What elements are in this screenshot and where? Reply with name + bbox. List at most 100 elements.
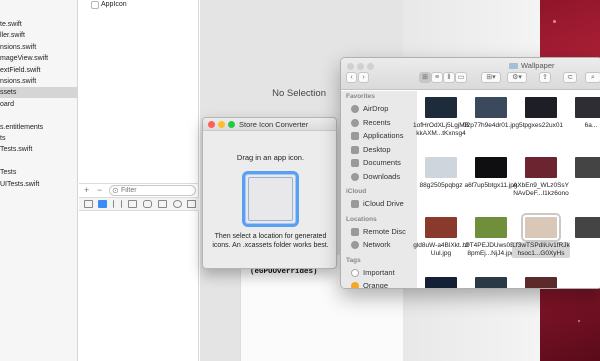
- forward-button[interactable]: ›: [358, 72, 369, 83]
- group-button[interactable]: ⊞▾: [481, 72, 501, 83]
- find-icon[interactable]: [128, 200, 137, 208]
- sidebar-item-documents[interactable]: Documents: [351, 157, 415, 168]
- finder-window: Wallpaper ‹ › ⊞ ≡ ⫴ ▭ ⊞▾ ⚙▾ ⇪ ⊂ ⌕ Favori…: [340, 57, 600, 289]
- location-instruction: Then select a location for generated ico…: [212, 233, 329, 249]
- file-name: AXbEn9_WLz0SsYNAvDeF...I1kz6ono: [512, 182, 569, 197]
- finder-toolbar[interactable]: Wallpaper ‹ › ⊞ ≡ ⫴ ▭ ⊞▾ ⚙▾ ⇪ ⊂ ⌕: [341, 58, 600, 90]
- file-item[interactable]: Lf3wTSPdliUv1fRJkhsoc1...G0XyHs: [512, 211, 570, 271]
- nav-file-item[interactable]: Tests.swift: [0, 144, 77, 155]
- remove-asset-button[interactable]: −: [97, 185, 102, 195]
- sidebar-item-desktop[interactable]: Desktop: [351, 144, 415, 155]
- nav-file-item[interactable]: nsions.swift: [0, 42, 77, 53]
- sidebar-item-label: Network: [363, 240, 391, 249]
- sidebar-item-label: AirDrop: [363, 104, 389, 113]
- nav-file-item[interactable]: mageView.swift: [0, 53, 77, 64]
- file-item[interactable]: 6a...: [566, 91, 600, 151]
- add-asset-button[interactable]: +: [84, 185, 89, 195]
- converter-titlebar[interactable]: Store Icon Converter: [203, 118, 336, 131]
- drag-instruction: Drag in an app icon.: [236, 153, 305, 162]
- close-icon[interactable]: [208, 121, 215, 128]
- sidebar-item-important[interactable]: Important: [351, 267, 415, 278]
- document-icon: [351, 159, 359, 168]
- file-item[interactable]: 5tpgxes22ux01: [516, 91, 566, 151]
- minimize-icon[interactable]: [357, 63, 364, 70]
- hierarchy-icon[interactable]: [113, 200, 122, 208]
- back-button[interactable]: ‹: [346, 72, 357, 83]
- sidebar-item-network[interactable]: Network: [351, 239, 415, 250]
- file-item[interactable]: a6f7up5btgx11.jpg: [464, 151, 518, 211]
- nav-file-item[interactable]: nsions.swift: [0, 76, 77, 87]
- file-item[interactable]: AXbEn9_WLz0SsYNAvDeF...I1kz6ono: [513, 151, 569, 211]
- nav-file-item[interactable]: Tests: [0, 167, 77, 178]
- search-button[interactable]: ⌕: [585, 72, 600, 83]
- sidebar-item-downloads[interactable]: Downloads: [351, 171, 415, 182]
- sidebar-item-label: iCloud Drive: [363, 199, 404, 208]
- file-item[interactable]: 88g2505pqbgz: [416, 151, 466, 211]
- list-view-button[interactable]: ≡: [431, 72, 443, 83]
- breakpoint-icon[interactable]: [187, 200, 196, 208]
- minimize-icon[interactable]: [218, 121, 225, 128]
- file-item[interactable]: [516, 271, 566, 288]
- sidebar-item-airdrop[interactable]: AirDrop: [351, 103, 415, 114]
- folder-icon[interactable]: [84, 200, 93, 208]
- file-item[interactable]: h9T4PEJDUws0BO8pmEj...NjJ4.jpg: [462, 211, 520, 271]
- action-button[interactable]: ⚙▾: [507, 72, 527, 83]
- wallpaper-sparkle: [578, 320, 580, 322]
- asset-row-appicon[interactable]: AppIcon: [79, 0, 199, 10]
- close-icon[interactable]: [347, 63, 354, 70]
- applications-icon: [351, 132, 359, 141]
- sidebar-item-label: Downloads: [363, 171, 401, 181]
- nav-file-item[interactable]: ller.swift: [0, 30, 77, 41]
- sidebar-item-icloud-drive[interactable]: iCloud Drive: [351, 198, 415, 209]
- nav-file-item[interactable]: s.entitlements: [0, 122, 77, 133]
- file-name: 6a...: [584, 122, 598, 129]
- tag-button[interactable]: ⊂: [563, 72, 577, 83]
- file-item[interactable]: [566, 151, 600, 211]
- filter-input[interactable]: [121, 186, 193, 195]
- file-item[interactable]: [416, 271, 466, 288]
- filter-field[interactable]: ⊙: [109, 185, 196, 196]
- project-navigator: te.swift ller.swift nsions.swift mageView.s…: [0, 0, 78, 361]
- nav-file-item[interactable]: [0, 156, 77, 167]
- desktop-icon: [351, 145, 359, 154]
- converter-title: Store Icon Converter: [239, 120, 309, 129]
- file-item[interactable]: gld8uW-a4BlXkt...2Uul.jpg: [413, 211, 469, 271]
- file-thumbnail: [575, 97, 600, 118]
- nav-file-item[interactable]: te.swift: [0, 19, 77, 30]
- sidebar-item-remote-disc[interactable]: Remote Disc: [351, 226, 415, 237]
- file-item[interactable]: 02p77h9e4dr01.jpg: [463, 91, 519, 151]
- tag-icon: [351, 268, 359, 277]
- folder-icon: [509, 63, 518, 70]
- nav-file-item[interactable]: ssets: [0, 87, 77, 99]
- file-thumbnail: [425, 157, 457, 178]
- wallpaper-sparkle: [553, 20, 556, 23]
- nav-file-item[interactable]: [0, 110, 77, 121]
- file-thumbnail: [475, 217, 507, 238]
- store-icon-converter-window: Store Icon Converter Drag in an app icon…: [202, 117, 337, 269]
- warning-icon[interactable]: [143, 200, 152, 208]
- debug-icon[interactable]: [173, 200, 182, 208]
- file-item[interactable]: [466, 271, 516, 288]
- test-icon[interactable]: [158, 200, 167, 208]
- file-name: Lf3wTSPdliUv1fRJkhsoc1...G0XyHs: [512, 242, 570, 258]
- zoom-icon[interactable]: [367, 63, 374, 70]
- tag-icon[interactable]: [98, 200, 107, 208]
- file-item[interactable]: 1ofHrOdXLj5LgjMBkkAXM...tKxnsg4: [413, 91, 469, 151]
- nav-file-item[interactable]: ts: [0, 133, 77, 144]
- icon-drop-well[interactable]: [242, 171, 299, 227]
- sidebar-item-applications[interactable]: Applications: [351, 130, 415, 141]
- sidebar-item-recents[interactable]: Recents: [351, 117, 415, 128]
- nav-file-item[interactable]: oard: [0, 99, 77, 110]
- nav-file-item[interactable]: UITests.swift: [0, 179, 77, 190]
- sidebar-item-label: Desktop: [363, 144, 391, 154]
- share-button[interactable]: ⇪: [539, 72, 551, 83]
- zoom-icon[interactable]: [228, 121, 235, 128]
- sidebar-item-orange[interactable]: Orange: [351, 280, 415, 288]
- column-view-button[interactable]: ⫴: [443, 72, 455, 83]
- gallery-view-button[interactable]: ▭: [455, 72, 467, 83]
- file-item[interactable]: [566, 211, 600, 271]
- sidebar-item-label: Recents: [363, 117, 391, 127]
- icon-view-button[interactable]: ⊞: [419, 72, 431, 83]
- sidebar-heading: Tags: [346, 256, 361, 264]
- nav-file-item[interactable]: extField.swift: [0, 65, 77, 76]
